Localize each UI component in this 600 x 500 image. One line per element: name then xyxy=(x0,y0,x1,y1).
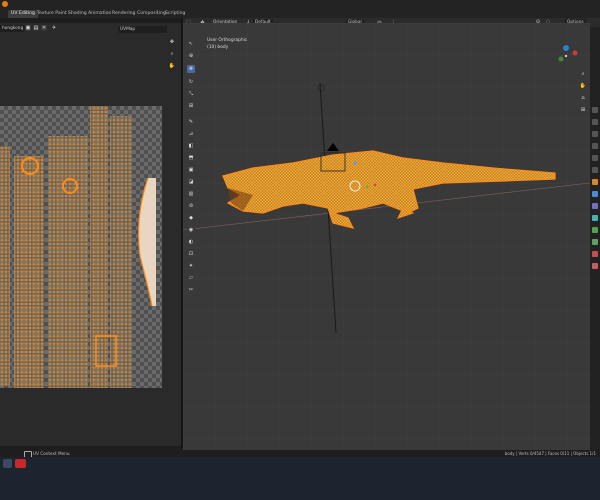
texture-tab-icon[interactable] xyxy=(592,263,598,269)
app-icon[interactable] xyxy=(15,459,26,468)
blender-logo-icon[interactable] xyxy=(2,1,8,7)
data-tab-icon[interactable] xyxy=(592,239,598,245)
navigation-gizmo[interactable] xyxy=(553,43,579,69)
folder-icon[interactable]: ▤ xyxy=(33,25,39,31)
uvmap-selector[interactable]: UVMap xyxy=(118,26,167,33)
camera-view-icon[interactable]: ⌂ xyxy=(579,94,587,102)
uv-islands xyxy=(0,106,156,388)
scene-statistics: body | Verts 0/4547 | Faces 0/11 | Objec… xyxy=(504,451,596,456)
start-icon[interactable] xyxy=(3,459,12,468)
constraints-tab-icon[interactable] xyxy=(592,227,598,233)
bevel-tool-icon[interactable]: ◪ xyxy=(187,178,195,186)
add-cube-tool-icon[interactable]: ◧ xyxy=(187,142,195,150)
rip-tool-icon[interactable]: ✂ xyxy=(187,286,195,294)
modifier-tab-icon[interactable] xyxy=(592,191,598,197)
os-taskbar xyxy=(0,457,600,500)
select-tool-icon[interactable]: ↖ xyxy=(187,40,195,48)
smooth-tool-icon[interactable]: ◐ xyxy=(187,238,195,246)
status-bar: UV Context Menu body | Verts 0/4547 | Fa… xyxy=(0,450,600,458)
cursor-icon[interactable]: ✥ xyxy=(168,38,176,46)
uv-editor-header: hongkong ▣ ▤ ✕ ✈ UVMap xyxy=(0,23,181,34)
viewport-scene xyxy=(183,23,590,450)
scale-tool-icon[interactable]: ⤡ xyxy=(187,90,195,98)
scene-tab-icon[interactable] xyxy=(592,155,598,161)
edge-slide-tool-icon[interactable]: ⊡ xyxy=(187,250,195,258)
pin-icon[interactable]: ✈ xyxy=(51,25,57,31)
render-tab-icon[interactable] xyxy=(592,119,598,125)
zoom-icon[interactable]: ⌕ xyxy=(168,50,176,58)
uv-texture-image[interactable] xyxy=(0,106,162,388)
physics-tab-icon[interactable] xyxy=(592,215,598,221)
3d-viewport[interactable]: User Orthographic (10) body ↖ ⊕ ✥ ↻ ⤡ ⊞ … xyxy=(183,23,590,450)
world-tab-icon[interactable] xyxy=(592,167,598,173)
extrude-tool-icon[interactable]: ⬒ xyxy=(187,154,195,162)
zoom-view-icon[interactable]: ⌕ xyxy=(579,70,587,78)
copy-icon[interactable]: ▣ xyxy=(25,25,31,31)
inset-tool-icon[interactable]: ▣ xyxy=(187,166,195,174)
spin-tool-icon[interactable]: ◉ xyxy=(187,226,195,234)
close-icon[interactable]: ✕ xyxy=(41,25,47,31)
view-name-label: User Orthographic xyxy=(207,38,248,43)
rotate-tool-icon[interactable]: ↻ xyxy=(187,78,195,86)
transform-tool-icon[interactable]: ⊞ xyxy=(187,102,195,110)
poly-build-tool-icon[interactable]: ◆ xyxy=(187,214,195,222)
uv-image-name-field[interactable]: hongkong xyxy=(0,25,26,32)
move-tool-icon[interactable]: ✥ xyxy=(187,65,195,73)
measure-tool-icon[interactable]: ⊿ xyxy=(187,130,195,138)
tab-scripting[interactable]: Scripting xyxy=(162,10,188,18)
shrink-tool-icon[interactable]: ✦ xyxy=(187,262,195,270)
properties-tab-strip xyxy=(590,27,600,450)
object-name-label: (10) body xyxy=(207,45,229,50)
particles-tab-icon[interactable] xyxy=(592,203,598,209)
knife-tool-icon[interactable]: ⊘ xyxy=(187,202,195,210)
output-tab-icon[interactable] xyxy=(592,131,598,137)
tool-tab-icon[interactable] xyxy=(592,107,598,113)
pan-view-icon[interactable]: ✋ xyxy=(579,82,587,90)
annotate-tool-icon[interactable]: ✎ xyxy=(187,118,195,126)
cursor-tool-icon[interactable]: ⊕ xyxy=(187,52,195,60)
top-bar: UV Editing Texture Paint Shading Animati… xyxy=(0,0,600,18)
object-tab-icon[interactable] xyxy=(592,179,598,185)
shear-tool-icon[interactable]: ▱ xyxy=(187,274,195,282)
pan-icon[interactable]: ✋ xyxy=(168,62,176,70)
perspective-toggle-icon[interactable]: ⊞ xyxy=(579,106,587,114)
view-layer-tab-icon[interactable] xyxy=(592,143,598,149)
loop-cut-tool-icon[interactable]: ▥ xyxy=(187,190,195,198)
material-tab-icon[interactable] xyxy=(592,251,598,257)
status-hint: UV Context Menu xyxy=(33,451,70,456)
